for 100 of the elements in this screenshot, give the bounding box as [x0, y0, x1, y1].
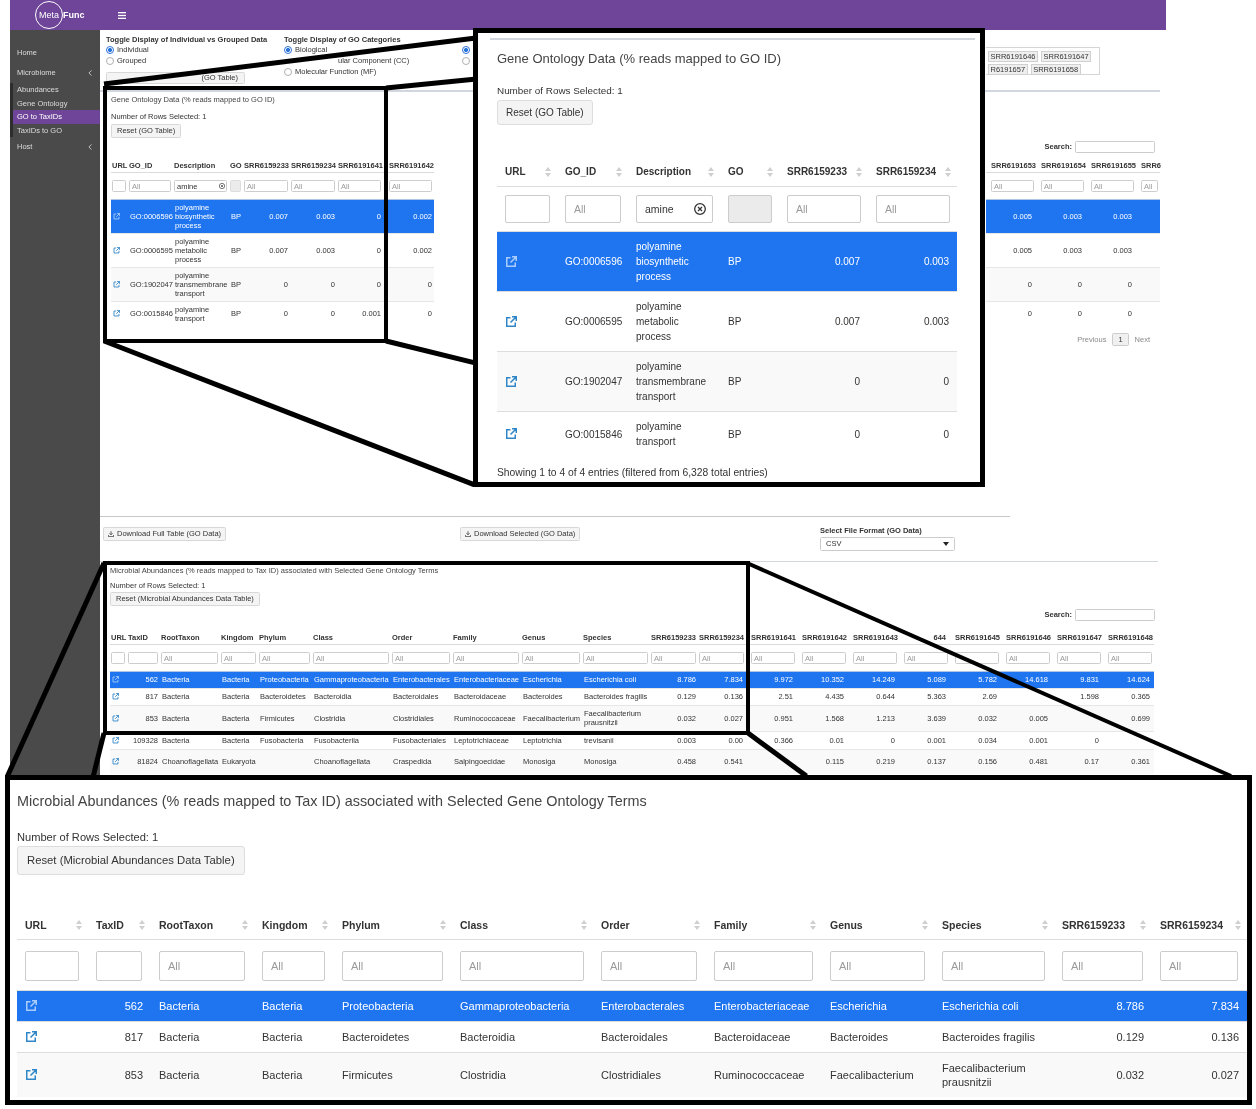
- table-cell: Clostridia: [452, 1052, 593, 1097]
- clear-icon[interactable]: [694, 203, 706, 215]
- table-cell: Proteobacteria: [334, 990, 452, 1022]
- filter-field[interactable]: amine: [636, 195, 713, 223]
- filter-field[interactable]: All: [601, 951, 697, 981]
- sort-icon: [440, 920, 446, 930]
- table-cell: Bacteria: [151, 1052, 254, 1097]
- table-row[interactable]: 853 Bacteria Bacteria Firmicutes Clostridia Clostridiales Ruminococcaceae Faecalibacterium Faecalibacterium prausnitzii 0.032 0.027: [17, 1052, 1247, 1097]
- filter-field[interactable]: All: [830, 951, 925, 981]
- external-link-icon[interactable]: [25, 1069, 37, 1081]
- reset-button[interactable]: Reset (Microbial Abundances Data Table): [17, 846, 245, 875]
- external-link-icon[interactable]: [25, 1000, 37, 1012]
- table-row[interactable]: GO:0006596 polyamine biosynthetic process BP 0.007 0.003: [497, 231, 957, 292]
- table-cell: 562: [88, 990, 151, 1022]
- table-cell: GO:1902047: [557, 351, 628, 412]
- radio-button[interactable]: [284, 45, 292, 54]
- table-cell: Enterobacteriaceae: [706, 990, 822, 1022]
- column-header[interactable]: SRR6159234: [868, 165, 957, 179]
- chevron-icon: [88, 70, 92, 76]
- external-link-icon[interactable]: [505, 375, 517, 388]
- reset-button[interactable]: Reset (GO Table): [497, 100, 593, 125]
- radio-button[interactable]: [106, 56, 114, 65]
- table-cell: Bacteroides fragilis: [934, 1021, 1054, 1053]
- filter-field[interactable]: [112, 180, 126, 192]
- table-cell: 0: [868, 411, 957, 456]
- filter-field[interactable]: [96, 951, 142, 981]
- column-header[interactable]: Phylum: [334, 918, 452, 932]
- table-cell: 0.129: [1054, 1021, 1152, 1053]
- filter-field[interactable]: All: [565, 195, 621, 223]
- column-header[interactable]: SRR6159233: [1054, 918, 1152, 932]
- filter-field[interactable]: All: [787, 195, 861, 223]
- column-header[interactable]: GO_ID: [557, 165, 628, 179]
- filter-field[interactable]: All: [1062, 951, 1143, 981]
- filter-field[interactable]: [111, 652, 125, 664]
- external-link-icon[interactable]: [505, 255, 517, 268]
- filter-field[interactable]: All: [262, 951, 325, 981]
- filter-field[interactable]: [128, 652, 158, 664]
- chevron-icon: [88, 144, 92, 150]
- external-link-icon[interactable]: [505, 315, 517, 328]
- table-cell: 0.003: [868, 291, 957, 352]
- filter-field[interactable]: [25, 951, 79, 981]
- column-header[interactable]: URL: [17, 918, 88, 932]
- column-header[interactable]: Order: [593, 918, 706, 932]
- column-header[interactable]: SRR6159233: [779, 165, 868, 179]
- table-row[interactable]: GO:1902047 polyamine transmembrane transport BP 0 0: [497, 351, 957, 412]
- radio-button[interactable]: [462, 56, 470, 65]
- external-link-icon[interactable]: [113, 280, 120, 288]
- filter-field[interactable]: All: [342, 951, 443, 981]
- filter-field[interactable]: [505, 195, 550, 223]
- external-link-icon[interactable]: [112, 714, 119, 722]
- external-link-icon[interactable]: [25, 1031, 37, 1043]
- column-header[interactable]: Kingdom: [254, 918, 334, 932]
- radio-button[interactable]: [284, 67, 292, 76]
- column-header[interactable]: Family: [706, 918, 822, 932]
- table-cell: Enterobacterales: [593, 990, 706, 1022]
- menu-icon[interactable]: [117, 11, 126, 19]
- external-link-icon[interactable]: [112, 736, 119, 744]
- external-link-icon[interactable]: [505, 428, 517, 440]
- table-cell: Bacteroidia: [452, 1021, 593, 1053]
- external-link-icon[interactable]: [113, 212, 120, 220]
- table-cell: Bacteria: [151, 1021, 254, 1053]
- external-link-icon[interactable]: [113, 310, 120, 317]
- sort-icon: [708, 167, 714, 177]
- external-link-icon[interactable]: [112, 693, 119, 700]
- search-field[interactable]: [1075, 608, 1155, 621]
- external-link-icon[interactable]: [112, 758, 119, 765]
- column-header[interactable]: Genus: [822, 918, 934, 932]
- sort-icon: [242, 920, 248, 930]
- filter-field[interactable]: All: [460, 951, 584, 981]
- caret-icon: [943, 542, 949, 546]
- table-cell: 0: [868, 351, 957, 412]
- table-row[interactable]: 817 Bacteria Bacteria Bacteroidetes Bacteroidia Bacteroidales Bacteroidaceae Bacteroides Bacteroides fragilis 0.129 0.136: [17, 1021, 1247, 1053]
- table-cell: Faecalibacterium prausnitzii: [934, 1052, 1054, 1097]
- logo-text: Func: [63, 10, 85, 20]
- external-link-icon[interactable]: [113, 246, 120, 254]
- filter-field[interactable]: All: [159, 951, 245, 981]
- column-header[interactable]: RootTaxon: [151, 918, 254, 932]
- column-header[interactable]: Class: [452, 918, 593, 932]
- table-row[interactable]: GO:0006595 polyamine metabolic process BP 0.007 0.003: [497, 291, 957, 352]
- filter-field[interactable]: All: [942, 951, 1045, 981]
- filter-field[interactable]: All: [876, 195, 950, 223]
- table-cell: 8.786: [1054, 990, 1152, 1022]
- column-header[interactable]: TaxID: [88, 918, 151, 932]
- table-cell: Bacteria: [254, 990, 334, 1022]
- external-link-icon[interactable]: [112, 676, 119, 683]
- filter-field[interactable]: All: [714, 951, 813, 981]
- column-header[interactable]: GO: [720, 165, 779, 179]
- radio-button[interactable]: [462, 45, 470, 54]
- table-cell: 0: [779, 411, 868, 456]
- filter-field[interactable]: All: [1160, 951, 1238, 981]
- column-header[interactable]: Species: [934, 918, 1054, 932]
- column-header[interactable]: Description: [628, 165, 720, 179]
- column-header[interactable]: SRR6159234: [1152, 918, 1247, 932]
- search-field[interactable]: [1075, 140, 1155, 153]
- table-cell: Firmicutes: [334, 1052, 452, 1097]
- radio-button[interactable]: [106, 45, 114, 54]
- column-header[interactable]: URL: [497, 165, 557, 179]
- table-cell: 0.032: [1054, 1052, 1152, 1097]
- download-icon: [108, 531, 114, 537]
- table-row[interactable]: 562 Bacteria Bacteria Proteobacteria Gammaproteobacteria Enterobacterales Enterobacteriaceae Escherichia Escherichia coli 8.786 7.834: [17, 990, 1247, 1022]
